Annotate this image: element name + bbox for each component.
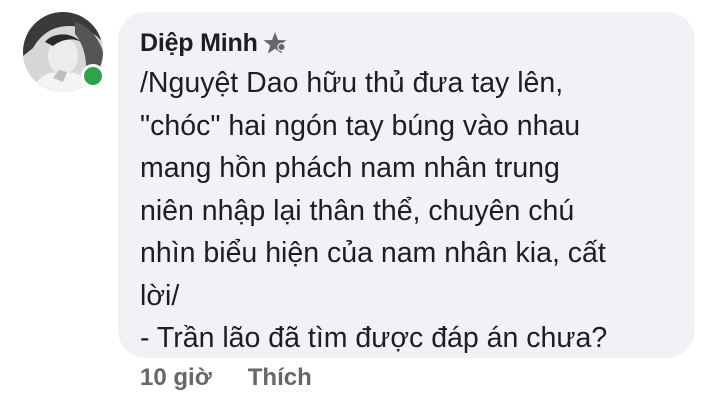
comment-text: /Nguyệt Dao hữu thủ đưa tay lên, "chóc" … (140, 62, 677, 360)
comment-line: "chóc" hai ngón tay búng vào nhau (140, 109, 581, 142)
comment-line: lời/ (140, 279, 180, 312)
comment-line: mang hồn phách nam nhân trung (140, 152, 560, 184)
comment-actions: 10 giờ Thích (140, 364, 312, 392)
avatar-container[interactable] (23, 12, 105, 92)
comment-line: niên nhập lại thân thể, chuyên chú (140, 194, 575, 227)
star-badge-icon[interactable] (262, 30, 288, 56)
online-status-indicator (81, 64, 105, 88)
author-name[interactable]: Diệp Minh (140, 29, 258, 58)
comment-line: /Nguyệt Dao hữu thủ đưa tay lên, (140, 67, 564, 99)
comment-timestamp[interactable]: 10 giờ (140, 364, 212, 392)
comment-line: nhìn biểu hiện của nam nhân kia, cất (140, 237, 606, 269)
comment-line: - Trần lão đã tìm được đáp án chưa? (140, 322, 608, 354)
comment-bubble: Diệp Minh /Nguyệt Dao hữu thủ đưa tay lê… (118, 12, 695, 358)
like-button[interactable]: Thích (248, 364, 312, 392)
author-row: Diệp Minh (140, 28, 677, 58)
comment: Diệp Minh /Nguyệt Dao hữu thủ đưa tay lê… (0, 0, 717, 418)
